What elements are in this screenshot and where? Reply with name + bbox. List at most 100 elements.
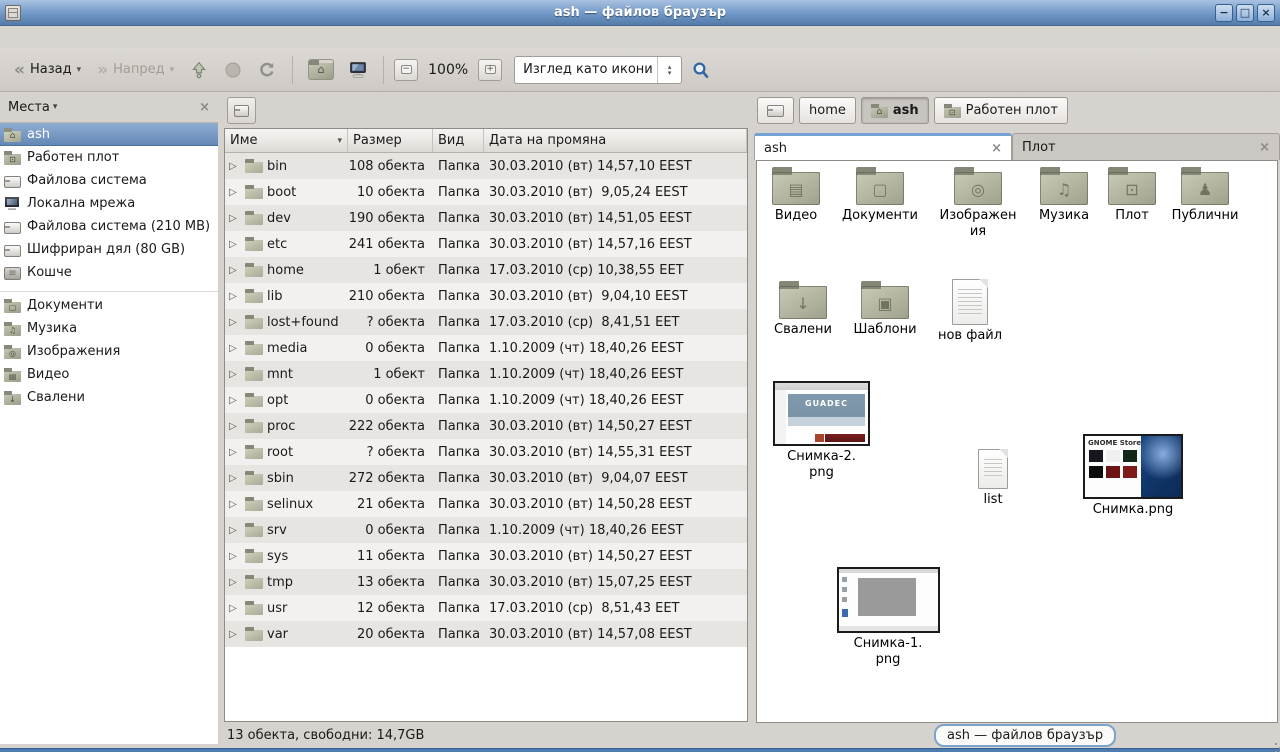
menu-item[interactable] xyxy=(88,35,104,39)
expander-icon[interactable]: ▷ xyxy=(229,213,241,224)
zoom-out-button[interactable]: − xyxy=(394,59,418,81)
sidebar-item[interactable]: Видео xyxy=(0,363,218,386)
table-row[interactable]: ▷ usr 12 обекта Папка 17.03.2010 (ср) 8,… xyxy=(225,595,747,621)
expander-icon[interactable]: ▷ xyxy=(229,187,241,198)
icon-view-item[interactable]: Снимка-1. png xyxy=(833,567,943,668)
icon-view-item[interactable]: нов файл xyxy=(934,279,1006,344)
chevron-down-icon[interactable]: ▾ xyxy=(77,65,82,75)
expander-icon[interactable]: ▷ xyxy=(229,629,241,640)
icon-view-item[interactable]: GUADEC Снимка-2. png xyxy=(769,381,874,481)
spinner-arrows-icon[interactable]: ▴▾ xyxy=(657,57,681,83)
table-row[interactable]: ▷ tmp 13 обекта Папка 30.03.2010 (вт) 15… xyxy=(225,569,747,595)
column-header-date[interactable]: Дата на промяна xyxy=(484,129,747,152)
icon-view-item[interactable]: ♟ Публични xyxy=(1167,167,1243,224)
menu-item[interactable] xyxy=(40,35,56,39)
table-row[interactable]: ▷ sys 11 обекта Папка 30.03.2010 (вт) 14… xyxy=(225,543,747,569)
icon-view-item[interactable]: ▤ Видео xyxy=(760,167,832,224)
table-row[interactable]: ▷ selinux 21 обекта Папка 30.03.2010 (вт… xyxy=(225,491,747,517)
window-list-button[interactable]: ash — файлов браузър xyxy=(934,724,1116,747)
expander-icon[interactable]: ▷ xyxy=(229,525,241,536)
menu-item[interactable] xyxy=(72,35,88,39)
search-button[interactable] xyxy=(686,57,716,83)
zoom-in-button[interactable]: + xyxy=(478,59,502,81)
expander-icon[interactable]: ▷ xyxy=(229,603,241,614)
breadcrumb-button[interactable]: Работен плот xyxy=(934,97,1068,124)
resize-grip[interactable] xyxy=(1275,743,1277,745)
sidebar-item[interactable]: Работен плот xyxy=(0,146,218,169)
expander-icon[interactable]: ▷ xyxy=(229,421,241,432)
close-icon[interactable]: × xyxy=(1259,140,1270,155)
sidebar-item[interactable]: Документи xyxy=(0,294,218,317)
root-drive-button[interactable] xyxy=(227,97,256,124)
table-row[interactable]: ▷ etc 241 обекта Папка 30.03.2010 (вт) 1… xyxy=(225,231,747,257)
table-row[interactable]: ▷ bin 108 обекта Папка 30.03.2010 (вт) 1… xyxy=(225,153,747,179)
chevron-down-icon[interactable]: ▾ xyxy=(170,65,175,75)
sidebar-item[interactable]: Файлова система (210 MB) xyxy=(0,215,218,238)
table-row[interactable]: ▷ home 1 обект Папка 17.03.2010 (ср) 10,… xyxy=(225,257,747,283)
column-header-type[interactable]: Вид xyxy=(433,129,484,152)
icon-view[interactable]: ▤ Видео ▢ Документи ◎ Изображен ия ♫ Муз… xyxy=(756,160,1278,723)
expander-icon[interactable]: ▷ xyxy=(229,577,241,588)
table-row[interactable]: ▷ mnt 1 обект Папка 1.10.2009 (чт) 18,40… xyxy=(225,361,747,387)
menu-item[interactable] xyxy=(56,35,72,39)
expander-icon[interactable]: ▷ xyxy=(229,499,241,510)
breadcrumb-button[interactable]: home xyxy=(799,97,856,124)
expander-icon[interactable]: ▷ xyxy=(229,317,241,328)
reload-button[interactable] xyxy=(252,57,282,83)
sidebar-item[interactable]: Изображения xyxy=(0,340,218,363)
table-row[interactable]: ▷ lib 210 обекта Папка 30.03.2010 (вт) 9… xyxy=(225,283,747,309)
table-row[interactable]: ▷ lost+found ? обекта Папка 17.03.2010 (… xyxy=(225,309,747,335)
icon-view-item[interactable]: ▢ Документи xyxy=(842,167,918,224)
table-row[interactable]: ▷ srv 0 обекта Папка 1.10.2009 (чт) 18,4… xyxy=(225,517,747,543)
expander-icon[interactable]: ▷ xyxy=(229,369,241,380)
icon-view-item[interactable]: ♫ Музика xyxy=(1028,167,1100,224)
table-row[interactable]: ▷ sbin 272 обекта Папка 30.03.2010 (вт) … xyxy=(225,465,747,491)
expander-icon[interactable]: ▷ xyxy=(229,343,241,354)
menu-item[interactable] xyxy=(8,35,24,39)
column-header-name[interactable]: Име▾ xyxy=(225,129,348,152)
close-icon[interactable]: × xyxy=(991,141,1002,156)
chevron-down-icon[interactable]: ▾ xyxy=(53,102,58,112)
table-row[interactable]: ▷ root ? обекта Папка 30.03.2010 (вт) 14… xyxy=(225,439,747,465)
back-button[interactable]: « Назад ▾ xyxy=(8,58,87,81)
table-row[interactable]: ▷ media 0 обекта Папка 1.10.2009 (чт) 18… xyxy=(225,335,747,361)
icon-view-item[interactable]: ◎ Изображен ия xyxy=(934,167,1022,240)
sidebar-item[interactable]: Шифриран дял (80 GB) xyxy=(0,238,218,261)
sidebar-item[interactable]: ash xyxy=(0,123,218,146)
table-row[interactable]: ▷ opt 0 обекта Папка 1.10.2009 (чт) 18,4… xyxy=(225,387,747,413)
expander-icon[interactable]: ▷ xyxy=(229,551,241,562)
computer-button[interactable] xyxy=(343,57,373,83)
sidebar-item[interactable]: Музика xyxy=(0,317,218,340)
icon-view-item[interactable]: list xyxy=(957,449,1029,508)
table-row[interactable]: ▷ dev 190 обекта Папка 30.03.2010 (вт) 1… xyxy=(225,205,747,231)
column-header-size[interactable]: Размер xyxy=(348,129,433,152)
up-button[interactable] xyxy=(184,57,214,83)
title-bar[interactable]: ash — файлов браузър − □ × xyxy=(0,0,1280,26)
icon-view-item[interactable]: ↓ Свалени xyxy=(767,281,839,338)
sidebar-item[interactable]: Локална мрежа xyxy=(0,192,218,215)
expander-icon[interactable]: ▷ xyxy=(229,291,241,302)
tab[interactable]: ash × xyxy=(754,133,1012,160)
tab[interactable]: Плот × xyxy=(1012,133,1280,160)
sidebar-item[interactable]: Кошче xyxy=(0,261,218,284)
view-mode-select[interactable]: Изглед като икони ▴▾ xyxy=(514,56,682,84)
breadcrumb-button[interactable] xyxy=(757,97,794,124)
icon-view-item[interactable]: ▣ Шаблони xyxy=(849,281,921,338)
expander-icon[interactable]: ▷ xyxy=(229,473,241,484)
close-icon[interactable]: × xyxy=(199,100,210,115)
expander-icon[interactable]: ▷ xyxy=(229,395,241,406)
sidebar-item[interactable] xyxy=(0,284,218,292)
breadcrumb-button[interactable]: ash xyxy=(861,97,929,124)
expander-icon[interactable]: ▷ xyxy=(229,447,241,458)
close-button[interactable]: × xyxy=(1257,4,1275,22)
maximize-button[interactable]: □ xyxy=(1236,4,1254,22)
icon-view-item[interactable]: GNOME Store Снимка.png xyxy=(1078,434,1188,518)
expander-icon[interactable]: ▷ xyxy=(229,239,241,250)
stop-button[interactable] xyxy=(218,57,248,83)
sidebar-item[interactable]: Файлова система xyxy=(0,169,218,192)
table-row[interactable]: ▷ boot 10 обекта Папка 30.03.2010 (вт) 9… xyxy=(225,179,747,205)
table-row[interactable]: ▷ var 20 обекта Папка 30.03.2010 (вт) 14… xyxy=(225,621,747,647)
expander-icon[interactable]: ▷ xyxy=(229,161,241,172)
table-row[interactable]: ▷ proc 222 обекта Папка 30.03.2010 (вт) … xyxy=(225,413,747,439)
expander-icon[interactable]: ▷ xyxy=(229,265,241,276)
